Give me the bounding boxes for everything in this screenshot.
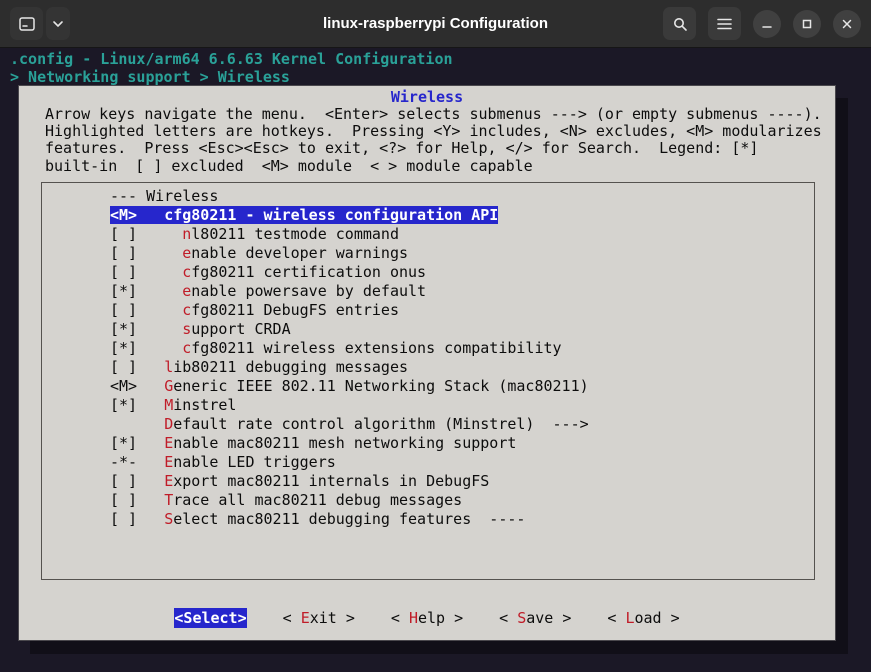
menu-item[interactable]: [*] cfg80211 wireless extensions compati… — [42, 339, 814, 358]
menu-item[interactable]: <M> cfg80211 - wireless configuration AP… — [42, 206, 814, 225]
menu-button[interactable] — [708, 7, 741, 40]
search-button[interactable] — [663, 7, 696, 40]
breadcrumb: > Networking support > Wireless — [10, 67, 290, 86]
maximize-button[interactable] — [793, 9, 821, 38]
menu-item[interactable]: Default rate control algorithm (Minstrel… — [42, 415, 814, 434]
hamburger-menu-icon — [717, 18, 732, 30]
dialog-title: Wireless — [390, 88, 464, 106]
window-titlebar: linux-raspberrypi Configuration — [0, 0, 871, 48]
menu-item[interactable]: [ ] lib80211 debugging messages — [42, 358, 814, 377]
menu-item[interactable]: [ ] cfg80211 DebugFS entries — [42, 301, 814, 320]
minimize-icon — [762, 19, 772, 29]
menu-item[interactable]: [*] support CRDA — [42, 320, 814, 339]
dialog-button[interactable]: < Help > — [391, 608, 463, 628]
maximize-icon — [802, 19, 812, 29]
new-tab-button[interactable] — [10, 7, 43, 40]
search-icon — [672, 16, 688, 32]
menu-item[interactable]: [ ] nl80211 testmode command — [42, 225, 814, 244]
dialog-instructions: Arrow keys navigate the menu. <Enter> se… — [45, 105, 827, 175]
menu-item[interactable]: [*] Enable mac80211 mesh networking supp… — [42, 434, 814, 453]
instruction-line: Highlighted letters are hotkeys. Pressin… — [45, 122, 822, 141]
instruction-line: built-in [ ] excluded <M> module < > mod… — [45, 156, 533, 175]
dialog-button[interactable]: < Save > — [499, 608, 571, 628]
config-dialog: Wireless Arrow keys navigate the menu. <… — [18, 85, 836, 641]
menu-item[interactable]: [ ] cfg80211 certification onus — [42, 263, 814, 282]
terminal-tab-icon — [18, 16, 35, 31]
menu-item[interactable]: [ ] Trace all mac80211 debug messages — [42, 491, 814, 510]
close-button[interactable] — [833, 9, 861, 38]
dialog-button[interactable]: <Select> — [174, 608, 247, 628]
instruction-line: Arrow keys navigate the menu. <Enter> se… — [45, 105, 822, 123]
instruction-line: features. Press <Esc><Esc> to exit, <?> … — [45, 139, 759, 158]
dialog-button[interactable]: < Load > — [607, 608, 679, 628]
menu-item[interactable]: --- Wireless — [42, 187, 814, 206]
menu-item[interactable]: [ ] Export mac80211 internals in DebugFS — [42, 472, 814, 491]
menu-item[interactable]: [*] Minstrel — [42, 396, 814, 415]
menu-item[interactable]: [ ] enable developer warnings — [42, 244, 814, 263]
menu-item[interactable]: <M> Generic IEEE 802.11 Networking Stack… — [42, 377, 814, 396]
menu-item[interactable]: [*] enable powersave by default — [42, 282, 814, 301]
menu-item[interactable]: -*- Enable LED triggers — [42, 453, 814, 472]
close-icon — [842, 19, 852, 29]
tab-dropdown-button[interactable] — [46, 7, 70, 40]
button-row: <Select> < Exit > < Help > < Save > < Load > — [19, 608, 835, 628]
window-title: linux-raspberrypi Configuration — [322, 15, 549, 32]
kernel-config-header: .config - Linux/arm64 6.6.63 Kernel Conf… — [10, 50, 453, 68]
dialog-button[interactable]: < Exit > — [283, 608, 355, 628]
menu-list: --- Wireless <M> cfg80211 - wireless conf… — [41, 182, 815, 580]
terminal-screen: .config - Linux/arm64 6.6.63 Kernel Conf… — [0, 48, 871, 672]
minimize-button[interactable] — [753, 9, 781, 38]
chevron-down-icon — [52, 20, 64, 28]
menu-item[interactable]: [ ] Select mac80211 debugging features -… — [42, 510, 814, 529]
